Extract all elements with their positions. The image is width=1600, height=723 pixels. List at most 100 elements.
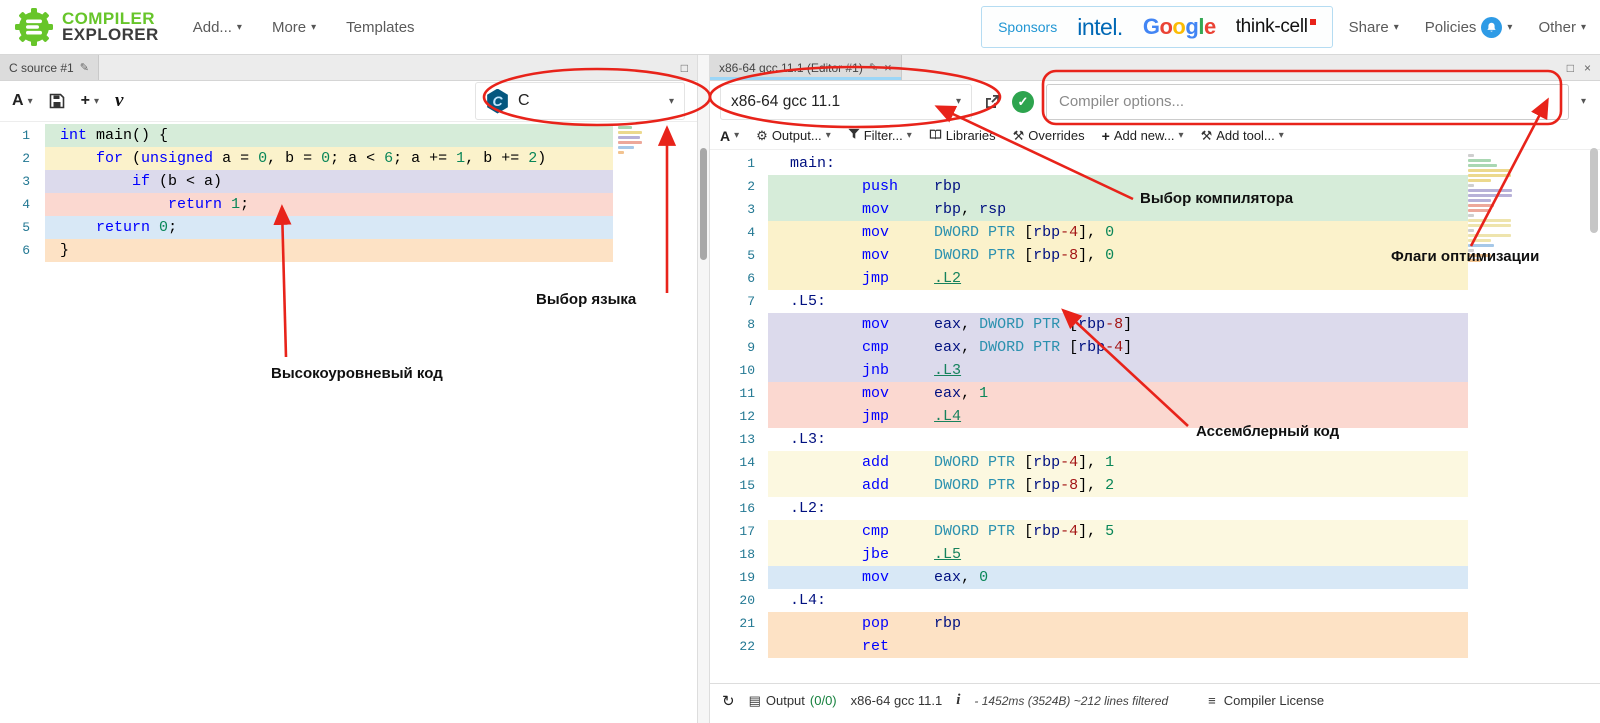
asm-editor[interactable]: 1 main: 2 push rbp 3 mov rbp, rsp 4 mov DWOR… [710, 150, 1600, 683]
line-number: 14 [739, 455, 755, 470]
nav-more-menu[interactable]: More ▾ [272, 19, 316, 36]
font-size-button[interactable]: A ▾ [720, 128, 739, 144]
font-size-button[interactable]: A ▾ [12, 92, 33, 110]
nav-more-label: More [271, 18, 307, 36]
other-menu[interactable]: Other ▾ [1538, 19, 1586, 36]
output-label: Output [765, 693, 805, 708]
code-line[interactable]: 1 main: [710, 152, 1600, 175]
code-line[interactable]: 17 cmp DWORD PTR [rbp-4], 5 [710, 520, 1600, 543]
recompile-icon[interactable]: ↻ [722, 692, 735, 710]
code-line[interactable]: 12 jmp .L4 [710, 405, 1600, 428]
maximize-pane-icon[interactable]: □ [681, 61, 688, 75]
filter-menu-button[interactable]: Filter... ▾ [848, 128, 912, 143]
code-line[interactable]: 10 jnb .L3 [710, 359, 1600, 382]
tab-c-source[interactable]: C source #1 ✎ [0, 55, 99, 80]
code-line[interactable]: 1 int main() { [0, 124, 697, 147]
think-cell-logo[interactable]: think-cell [1236, 16, 1316, 38]
page-scrollbar-thumb[interactable] [1590, 148, 1598, 233]
code-line[interactable]: 22 ret [710, 635, 1600, 658]
compiler-selector[interactable]: x86-64 gcc 11.1 ▾ [720, 83, 972, 120]
policies-menu[interactable]: Policies ▾ [1425, 16, 1512, 38]
code-line[interactable]: 9 cmp eax, DWORD PTR [rbp-4] [710, 336, 1600, 359]
options-dropdown-icon[interactable]: ▾ [1581, 96, 1586, 107]
wrench-icon: ⚒ [1012, 127, 1025, 143]
line-number: 5 [747, 248, 755, 263]
code-text: if (b < a) [45, 170, 613, 193]
source-editor[interactable]: 1 int main() {2 for (unsigned a = 0, b = … [0, 122, 697, 723]
add-new-button[interactable]: + Add new... ▾ [1102, 128, 1184, 144]
vim-mode-toggle[interactable]: v [115, 90, 123, 112]
info-icon[interactable]: i [956, 692, 960, 709]
line-number: 22 [739, 639, 755, 654]
sponsors-box[interactable]: Sponsors intel. Google think-cell [981, 6, 1333, 48]
code-text: pop rbp [768, 612, 1468, 635]
code-line[interactable]: 4 return 1; [0, 193, 697, 216]
code-line[interactable]: 8 mov eax, DWORD PTR [rbp-8] [710, 313, 1600, 336]
overrides-button[interactable]: ⚒ Overrides [1013, 128, 1085, 144]
code-line[interactable]: 2 for (unsigned a = 0, b = 0; a < 6; a +… [0, 147, 697, 170]
code-line[interactable]: 6} [0, 239, 697, 262]
minimap-line [618, 151, 624, 154]
notification-bell-icon[interactable] [1481, 16, 1503, 38]
line-number: 2 [747, 179, 755, 194]
line-number: 21 [739, 616, 755, 631]
code-line[interactable]: 14 add DWORD PTR [rbp-4], 1 [710, 451, 1600, 474]
minimap-line [1468, 189, 1512, 192]
open-compiler-popout-icon[interactable] [984, 94, 1000, 110]
intel-logo[interactable]: intel. [1077, 14, 1123, 41]
code-line[interactable]: 16 .L2: [710, 497, 1600, 520]
close-tab-icon[interactable]: × [884, 60, 892, 75]
add-pane-button[interactable]: + ▾ [81, 92, 99, 110]
source-minimap[interactable] [618, 126, 644, 156]
code-line[interactable]: 20 .L4: [710, 589, 1600, 612]
google-logo[interactable]: Google [1143, 14, 1216, 40]
code-line[interactable]: 6 jmp .L2 [710, 267, 1600, 290]
close-pane-icon[interactable]: × [1584, 61, 1591, 75]
code-line[interactable]: 18 jbe .L5 [710, 543, 1600, 566]
maximize-pane-icon[interactable]: □ [1567, 61, 1574, 75]
language-selector[interactable]: C C ▾ [475, 82, 685, 120]
minimap-line [1468, 224, 1511, 227]
compiler-options-input[interactable] [1046, 83, 1569, 120]
book-icon [929, 128, 942, 144]
chevron-down-icon: ▾ [1278, 130, 1284, 141]
code-line[interactable]: 21 pop rbp [710, 612, 1600, 635]
logo[interactable]: COMPILER EXPLORER [14, 7, 159, 47]
output-menu-button[interactable]: ⚙ Output... ▾ [756, 128, 831, 144]
add-tool-button[interactable]: ⚒ Add tool... ▾ [1201, 128, 1284, 144]
rename-icon[interactable]: ✎ [869, 61, 878, 74]
code-line[interactable]: 11 mov eax, 1 [710, 382, 1600, 405]
line-number: 4 [22, 197, 30, 212]
output-toggle-button[interactable]: ▤ Output (0/0) [749, 693, 837, 709]
code-text: add DWORD PTR [rbp-8], 2 [768, 474, 1468, 497]
code-line[interactable]: 4 mov DWORD PTR [rbp-4], 0 [710, 221, 1600, 244]
plus-icon: + [80, 92, 90, 109]
rename-icon[interactable]: ✎ [80, 61, 89, 74]
font-size-label: A [12, 92, 24, 109]
code-line[interactable]: 15 add DWORD PTR [rbp-8], 2 [710, 474, 1600, 497]
tab-compiler[interactable]: x86-64 gcc 11.1 (Editor #1) ✎ × [710, 55, 902, 80]
minimap-line [618, 126, 632, 129]
compiler-license-link[interactable]: ≡ Compiler License [1208, 693, 1324, 708]
code-line[interactable]: 19 mov eax, 0 [710, 566, 1600, 589]
think-cell-label: think-cell [1235, 16, 1308, 37]
code-text: main: [790, 155, 836, 172]
code-text: mov eax, DWORD PTR [rbp-8] [768, 313, 1468, 336]
source-scrollbar-thumb[interactable] [700, 148, 707, 260]
share-menu[interactable]: Share ▾ [1349, 19, 1399, 36]
code-line[interactable]: 13 .L3: [710, 428, 1600, 451]
nav-templates[interactable]: Templates [346, 19, 414, 36]
code-text: mov DWORD PTR [rbp-8], 0 [768, 244, 1468, 267]
line-number: 11 [739, 386, 755, 401]
code-line[interactable]: 3 if (b < a) [0, 170, 697, 193]
pane-divider[interactable] [697, 55, 710, 723]
code-line[interactable]: 7 .L5: [710, 290, 1600, 313]
libraries-button[interactable]: Libraries [929, 128, 996, 144]
line-number: 1 [22, 128, 30, 143]
minimap-line [1468, 199, 1491, 202]
code-line[interactable]: 5 return 0; [0, 216, 697, 239]
line-number: 18 [739, 547, 755, 562]
nav-add-menu[interactable]: Add... ▾ [193, 19, 242, 36]
save-icon[interactable] [49, 93, 65, 109]
output-menu-label: Output... [771, 128, 822, 143]
